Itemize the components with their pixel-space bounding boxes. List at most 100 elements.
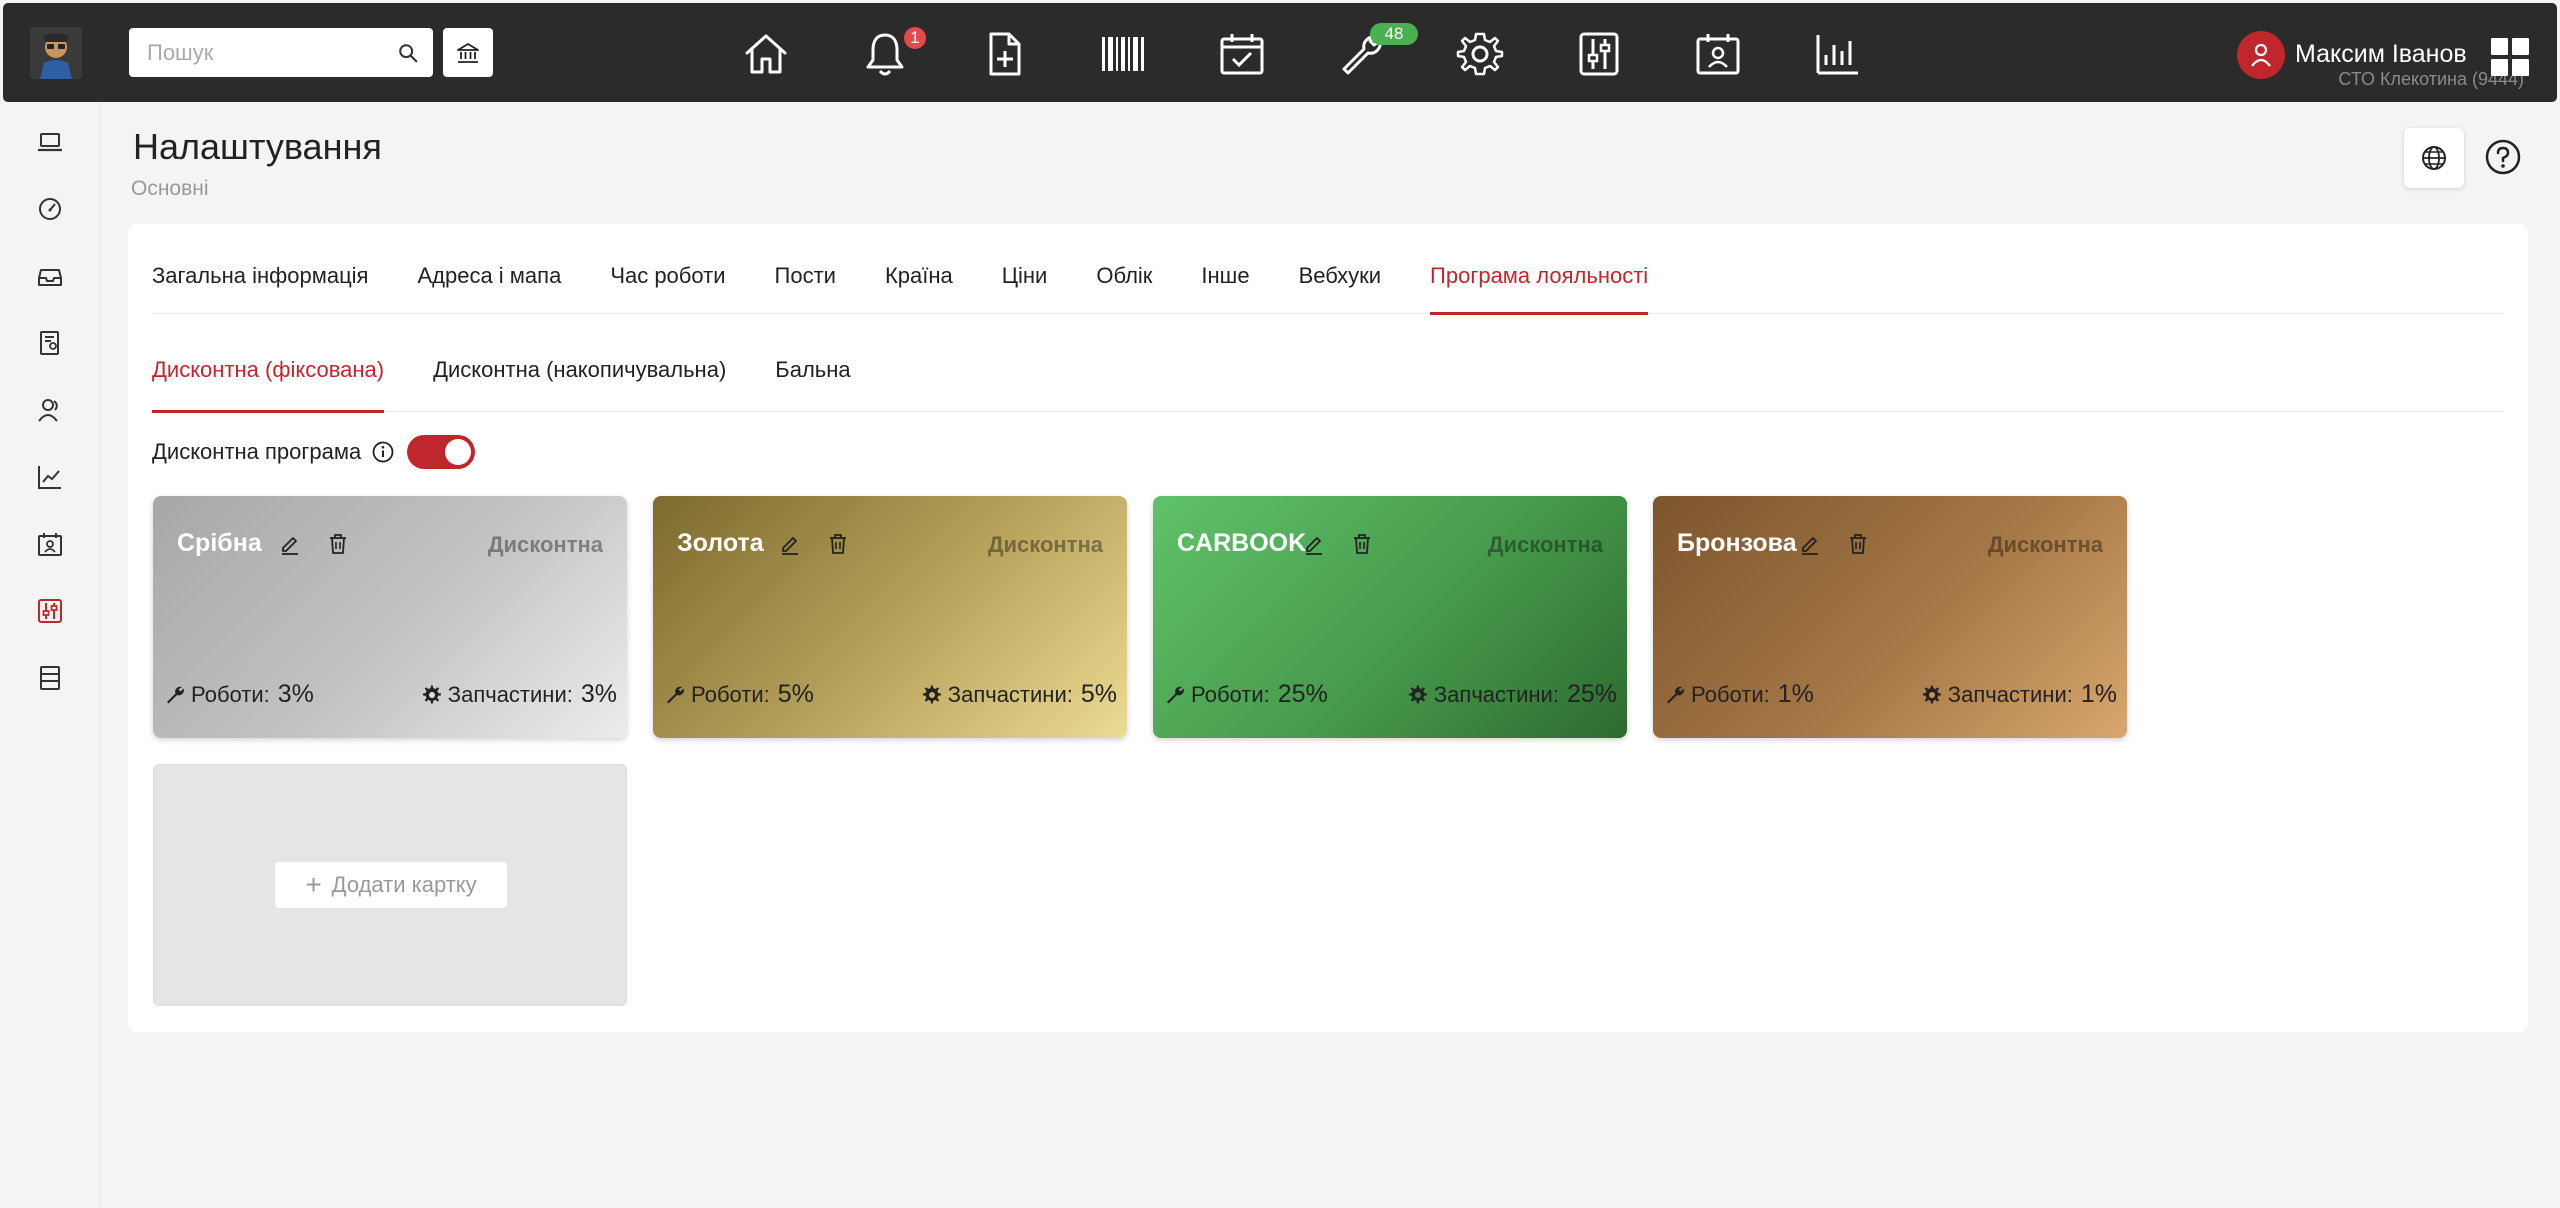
card-actions: [278, 532, 374, 556]
sidebar-item-clients[interactable]: [36, 396, 64, 424]
loyalty-card[interactable]: Бронзова Дисконтна Роботи: 1% Запчастини…: [1653, 496, 2127, 738]
settings-tabs: Загальна інформація Адреса і мапа Час ро…: [152, 260, 2504, 315]
card-works-discount: Роботи: 3%: [165, 680, 314, 709]
bar-chart-icon: [1816, 35, 1858, 75]
subtab-points[interactable]: Бальна: [775, 354, 850, 412]
tab-accounting[interactable]: Облік: [1096, 260, 1152, 314]
nav-settings[interactable]: [1453, 27, 1507, 81]
delete-icon[interactable]: [326, 532, 350, 556]
calendar-check-icon: [1220, 34, 1264, 75]
nav-calendar-check[interactable]: [1215, 27, 1269, 81]
works-label: Роботи:: [691, 681, 770, 707]
card-type: Дисконтна: [487, 532, 603, 557]
delete-icon[interactable]: [826, 532, 850, 556]
tab-working-hours[interactable]: Час роботи: [610, 260, 725, 314]
tab-general-info[interactable]: Загальна інформація: [152, 260, 368, 314]
nav-barcode[interactable]: [1096, 27, 1150, 81]
search-input[interactable]: [147, 39, 397, 66]
tab-address-map[interactable]: Адреса і мапа: [417, 260, 561, 314]
logo[interactable]: [30, 27, 82, 79]
calendar-person-icon: [1696, 34, 1740, 75]
wrench-icon: [1667, 686, 1684, 703]
edit-icon[interactable]: [1302, 532, 1326, 556]
parts-percent: 25%: [1566, 680, 1617, 708]
bell-icon: [866, 33, 904, 76]
tab-webhooks[interactable]: Вебхуки: [1299, 260, 1381, 314]
parts-percent: 3%: [580, 680, 617, 708]
card-works-discount: Роботи: 25%: [1165, 680, 1328, 709]
loyalty-subtabs: Дисконтна (фіксована) Дисконтна (накопич…: [152, 354, 2504, 413]
avatar[interactable]: [2237, 31, 2285, 79]
gear-icon: [1408, 684, 1427, 703]
card-parts-discount: Запчастини: 1%: [1922, 680, 2117, 709]
people-icon: [38, 399, 58, 422]
edit-icon[interactable]: [278, 532, 302, 556]
nav-calendar-person[interactable]: [1691, 27, 1745, 81]
sidebar: [0, 102, 100, 1208]
help-icon[interactable]: [2484, 138, 2522, 176]
language-button[interactable]: [2404, 128, 2464, 188]
apps-grid-icon[interactable]: [2491, 38, 2529, 76]
search-icon[interactable]: [397, 42, 419, 64]
subtab-discount-cumulative[interactable]: Дисконтна (накопичувальна): [433, 354, 726, 412]
tab-other[interactable]: Інше: [1201, 260, 1249, 314]
card-name: CARBOOK: [1177, 529, 1307, 557]
nav-new-document[interactable]: [977, 27, 1031, 81]
subtab-discount-fixed[interactable]: Дисконтна (фіксована): [152, 354, 385, 413]
home-icon: [745, 34, 787, 74]
document-person-icon: [40, 331, 59, 355]
edit-icon[interactable]: [1798, 532, 1822, 556]
gear-icon: [422, 684, 441, 703]
card-actions: [1302, 532, 1398, 556]
works-label: Роботи:: [191, 681, 270, 707]
edit-icon[interactable]: [778, 532, 802, 556]
add-card-placeholder: + Додати картку: [153, 764, 627, 1006]
page-title: Налаштування: [133, 126, 382, 167]
works-percent: 25%: [1277, 680, 1328, 708]
delete-icon[interactable]: [1350, 532, 1374, 556]
parts-label: Запчастини:: [1433, 681, 1559, 707]
tab-posts[interactable]: Пости: [775, 260, 836, 314]
info-icon[interactable]: [371, 440, 395, 464]
tab-loyalty-program[interactable]: Програма лояльності: [1430, 260, 1649, 315]
card-name: Золота: [677, 529, 764, 557]
top-navbar: 1 48 Максим Іванов СТО Клекотина (9444): [3, 3, 2557, 102]
discount-program-label: Дисконтна програма: [152, 439, 362, 464]
nav-reports[interactable]: [1810, 27, 1864, 81]
nav-repairs[interactable]: 48: [1334, 23, 1418, 81]
barcode-icon: [1102, 37, 1144, 71]
discount-program-toggle[interactable]: [407, 435, 476, 469]
tab-country[interactable]: Країна: [885, 260, 953, 314]
sidebar-item-laptop[interactable]: [36, 128, 64, 156]
delete-icon[interactable]: [1846, 532, 1870, 556]
wrench-icon: [167, 686, 184, 703]
sidebar-item-dashboard[interactable]: [36, 195, 64, 223]
user-icon: [2251, 43, 2271, 67]
works-label: Роботи:: [1191, 681, 1270, 707]
tab-prices[interactable]: Ціни: [1002, 260, 1048, 314]
tasks-badge: 48: [1370, 23, 1418, 45]
sidebar-item-inbox[interactable]: [36, 262, 64, 290]
sidebar-item-settings[interactable]: [36, 597, 64, 625]
loyalty-card[interactable]: Золота Дисконтна Роботи: 5% Запчастини: …: [653, 496, 1127, 738]
sliders-icon: [1579, 32, 1619, 76]
sidebar-item-analytics[interactable]: [36, 463, 64, 491]
loyalty-card[interactable]: CARBOOK Дисконтна Роботи: 25% Запчастини…: [1153, 496, 1627, 738]
user-name: Максим Іванов: [2295, 39, 2467, 68]
parts-label: Запчастини:: [447, 681, 573, 707]
add-card-button[interactable]: + Додати картку: [275, 862, 507, 908]
card-type: Дисконтна: [1987, 532, 2103, 557]
bank-button[interactable]: [443, 28, 493, 77]
nav-adjustments[interactable]: [1572, 27, 1626, 81]
discount-program-row: Дисконтна програма: [152, 434, 476, 470]
settings-panel: Загальна інформація Адреса і мапа Час ро…: [128, 224, 2528, 1032]
sidebar-item-schedule[interactable]: [36, 530, 64, 558]
nav-notifications[interactable]: 1: [858, 27, 926, 81]
page-subtitle: Основні: [131, 177, 209, 200]
parts-percent: 5%: [1080, 680, 1117, 708]
sidebar-item-directories[interactable]: [36, 664, 64, 692]
nav-home[interactable]: [739, 27, 793, 81]
sidebar-item-documents[interactable]: [36, 329, 64, 357]
loyalty-card[interactable]: Срібна Дисконтна Роботи: 3% Запчастини: …: [153, 496, 627, 738]
parts-label: Запчастини:: [947, 681, 1073, 707]
